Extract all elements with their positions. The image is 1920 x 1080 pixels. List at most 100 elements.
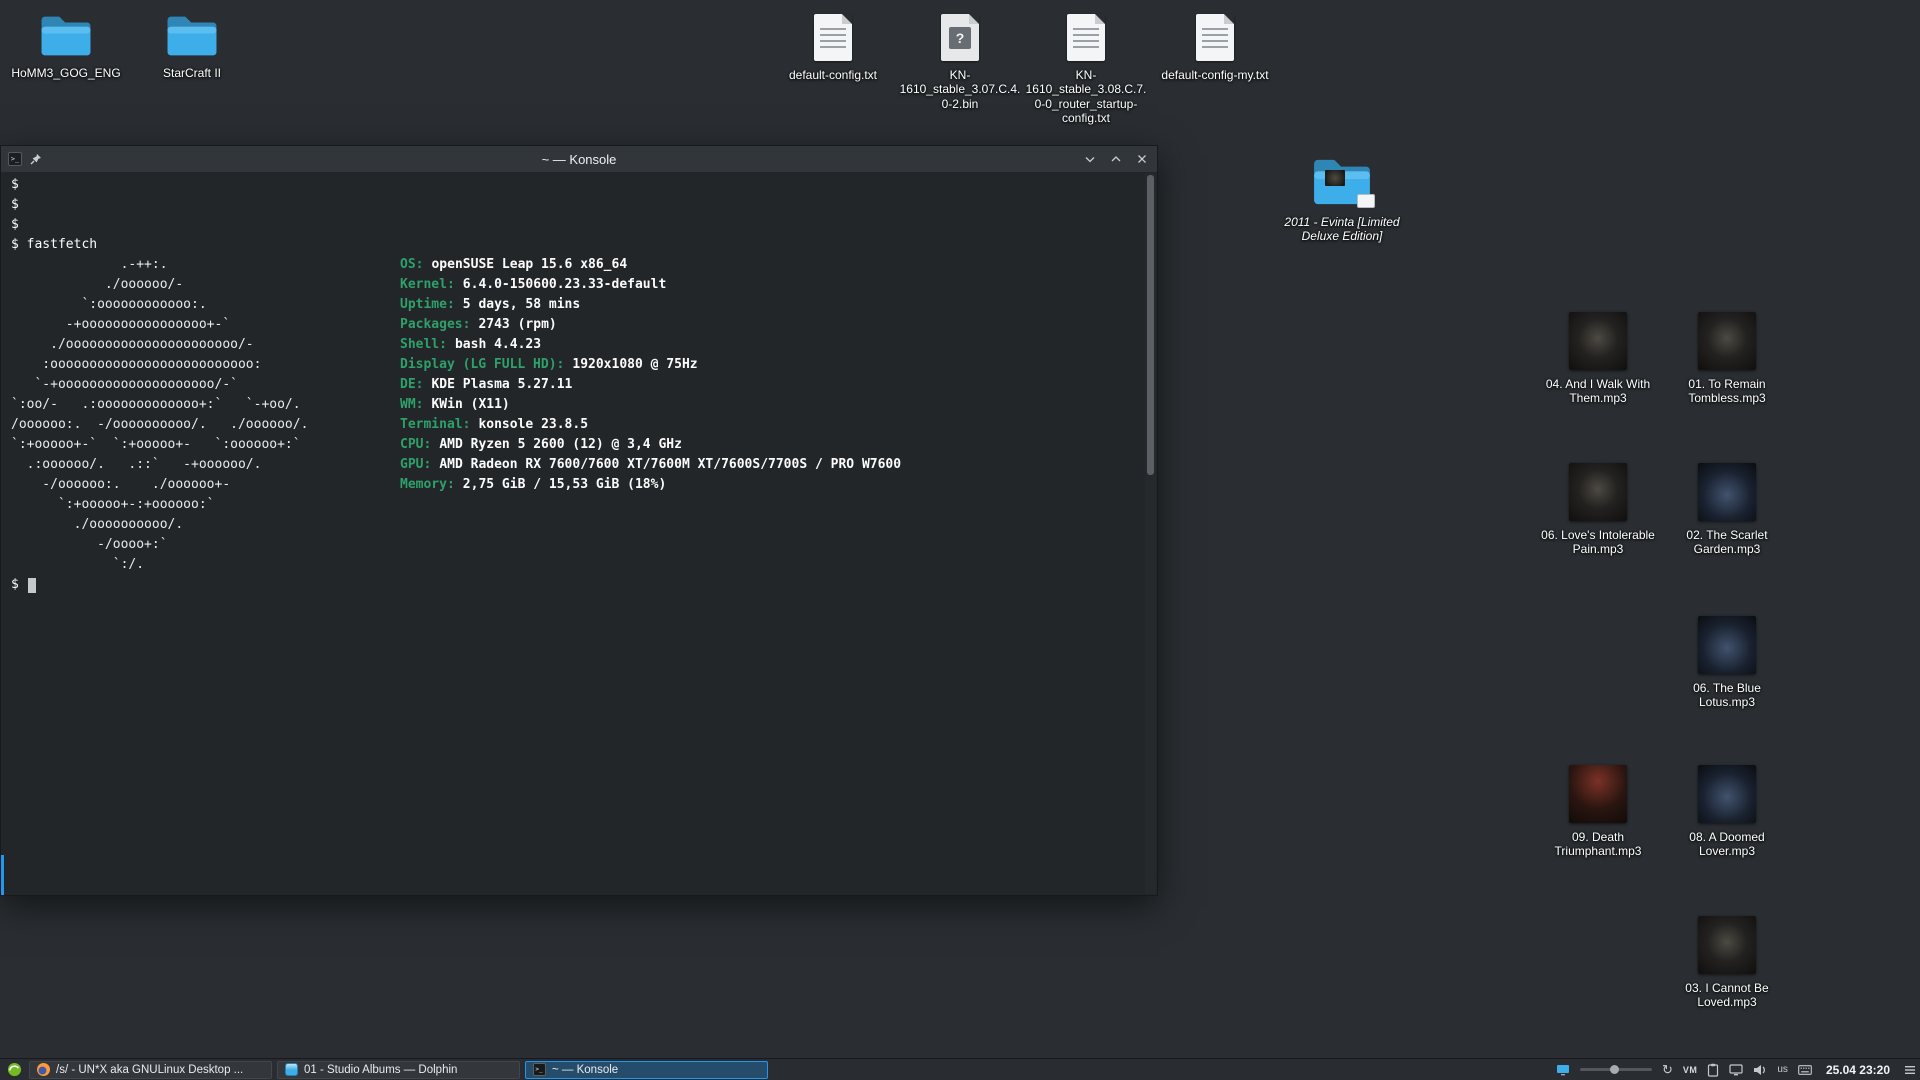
taskbar: /s/ - UN*X aka GNULinux Desktop ... 01 -… — [0, 1058, 1920, 1080]
keyboard-layout-indicator[interactable]: us — [1777, 1061, 1788, 1079]
updates-icon[interactable]: ↻ — [1662, 1061, 1673, 1079]
album-art-thumbnail — [1569, 463, 1627, 521]
task-label: 01 - Studio Albums — Dolphin — [304, 1064, 457, 1076]
fetch-info-row: Packages:2743 (rpm) — [400, 315, 901, 335]
desktop-icon-label: 09. Death Triumphant.mp3 — [1535, 830, 1661, 859]
desktop-file-kn-startup-config[interactable]: KN-1610_stable_3.08.C.7.0-0_router_start… — [1016, 14, 1156, 126]
fetch-info-row: WM:KWin (X11) — [400, 395, 901, 415]
desktop-icon-label: HoMM3_GOG_ENG — [11, 66, 120, 80]
fetch-info-row: OS:openSUSE Leap 15.6 x86_64 — [400, 255, 901, 275]
application-launcher-icon[interactable] — [4, 1061, 24, 1079]
pin-icon[interactable] — [28, 151, 44, 167]
media-badge-icon — [1357, 194, 1375, 208]
task-label: /s/ - UN*X aka GNULinux Desktop ... — [56, 1064, 243, 1076]
desktop-track-01[interactable]: 01. To Remain Tombless.mp3 — [1657, 312, 1797, 406]
desktop-file-default-config[interactable]: default-config.txt — [763, 14, 903, 82]
media-folder-icon — [1311, 156, 1373, 208]
titlebar[interactable]: >_ ~ — Konsole — [1, 146, 1157, 172]
folder-icon — [39, 13, 93, 59]
desktop-icon-label: 2011 - Evinta [Limited Deluxe Edition] — [1279, 215, 1405, 244]
desktop-folder-starcraft[interactable]: StarCraft II — [122, 13, 262, 80]
task-firefox[interactable]: /s/ - UN*X aka GNULinux Desktop ... — [29, 1061, 272, 1079]
network-icon[interactable] — [1729, 1061, 1743, 1079]
fastfetch-output: .-++:. ./oooooo/- `:oooooooooooo:. -+ooo… — [11, 255, 1147, 575]
folder-icon — [165, 13, 219, 59]
scrollbar-thumb[interactable] — [1147, 175, 1154, 475]
text-file-icon — [814, 14, 852, 61]
task-label: ~ — Konsole — [552, 1064, 618, 1076]
close-button[interactable] — [1134, 151, 1150, 167]
volume-icon[interactable] — [1753, 1061, 1767, 1079]
accent-strip — [1, 855, 4, 895]
desktop-icon-label: StarCraft II — [163, 66, 221, 80]
fetch-info-row: Uptime:5 days, 58 mins — [400, 295, 901, 315]
desktop-track-08[interactable]: 08. A Doomed Lover.mp3 — [1657, 765, 1797, 859]
desktop-icon-label: 01. To Remain Tombless.mp3 — [1664, 377, 1790, 406]
album-art-thumbnail — [1698, 616, 1756, 674]
album-art-thumbnail — [1569, 312, 1627, 370]
album-art-thumbnail — [1698, 916, 1756, 974]
desktop-track-02[interactable]: 02. The Scarlet Garden.mp3 — [1657, 463, 1797, 557]
konsole-icon: >_ — [532, 1063, 546, 1077]
text-file-icon — [1196, 14, 1234, 61]
konsole-window: >_ ~ — Konsole $ $ $ $ fastfetch — [0, 145, 1158, 896]
desktop-icon-label: 06. Love's Intolerable Pain.mp3 — [1535, 528, 1661, 557]
fetch-info-row: Memory:2,75 GiB / 15,53 GiB (18%) — [400, 475, 901, 495]
slider-track[interactable] — [1580, 1068, 1652, 1071]
panel-settings-icon[interactable] — [1904, 1061, 1916, 1079]
terminal-history: $ $ $ $ fastfetch — [11, 175, 1147, 255]
task-konsole[interactable]: >_ ~ — Konsole — [525, 1061, 768, 1079]
album-art-thumbnail — [1698, 765, 1756, 823]
desktop-track-09[interactable]: 09. Death Triumphant.mp3 — [1528, 765, 1668, 859]
input-device-icon[interactable] — [1798, 1061, 1812, 1079]
maximize-button[interactable] — [1108, 151, 1124, 167]
album-art-thumbnail — [1698, 312, 1756, 370]
minimize-button[interactable] — [1082, 151, 1098, 167]
text-file-icon — [1067, 14, 1105, 61]
desktop-icon-label: 03. I Cannot Be Loved.mp3 — [1664, 981, 1790, 1010]
desktop-file-kn-bin[interactable]: ? KN-1610_stable_3.07.C.4.0-2.bin — [890, 14, 1030, 111]
desktop-icon-label: KN-1610_stable_3.07.C.4.0-2.bin — [897, 68, 1023, 111]
desktop-folder-album[interactable]: 2011 - Evinta [Limited Deluxe Edition] — [1272, 156, 1412, 244]
album-preview-thumbnail — [1325, 170, 1345, 186]
desktop-folder-homm3[interactable]: HoMM3_GOG_ENG — [0, 13, 132, 80]
desktop-icon-label: 04. And I Walk With Them.mp3 — [1535, 377, 1661, 406]
album-art-thumbnail — [1569, 765, 1627, 823]
slider-knob[interactable] — [1610, 1065, 1619, 1074]
fetch-info-row: Display (LG FULL HD):1920x1080 @ 75Hz — [400, 355, 901, 375]
firefox-icon — [36, 1063, 50, 1077]
konsole-app-icon: >_ — [8, 152, 22, 166]
fetch-info-row: GPU:AMD Radeon RX 7600/7600 XT/7600M XT/… — [400, 455, 901, 475]
tray-slider[interactable] — [1580, 1061, 1652, 1079]
desktop-track-04[interactable]: 04. And I Walk With Them.mp3 — [1528, 312, 1668, 406]
fetch-info-row: DE:KDE Plasma 5.27.11 — [400, 375, 901, 395]
desktop-file-default-config-my[interactable]: default-config-my.txt — [1145, 14, 1285, 82]
virtual-machine-icon[interactable]: VM — [1683, 1061, 1698, 1079]
desktop-track-06-love[interactable]: 06. Love's Intolerable Pain.mp3 — [1528, 463, 1668, 557]
system-tray: ↻ VM us 25.04 23:20 — [1556, 1061, 1916, 1079]
desktop-icon-label: 06. The Blue Lotus.mp3 — [1664, 681, 1790, 710]
fetch-info-row: CPU:AMD Ryzen 5 2600 (12) @ 3,4 GHz — [400, 435, 901, 455]
desktop-icon-label: KN-1610_stable_3.08.C.7.0-0_router_start… — [1023, 68, 1149, 126]
desktop-track-03[interactable]: 03. I Cannot Be Loved.mp3 — [1657, 916, 1797, 1010]
album-art-thumbnail — [1698, 463, 1756, 521]
fastfetch-info: OS:openSUSE Leap 15.6 x86_64 Kernel:6.4.… — [400, 255, 901, 495]
desktop-icon-label: 02. The Scarlet Garden.mp3 — [1664, 528, 1790, 557]
clipboard-icon[interactable] — [1707, 1061, 1719, 1079]
desktop-icon-label: default-config.txt — [789, 68, 877, 82]
display-icon[interactable] — [1556, 1061, 1570, 1079]
binary-file-icon: ? — [941, 14, 979, 61]
window-title: ~ — Konsole — [78, 152, 1080, 167]
prompt-symbol: $ — [11, 575, 19, 595]
fetch-info-row: Terminal:konsole 23.8.5 — [400, 415, 901, 435]
fetch-info-row: Kernel:6.4.0-150600.23.33-default — [400, 275, 901, 295]
terminal-scrollbar[interactable] — [1145, 173, 1156, 894]
task-dolphin[interactable]: 01 - Studio Albums — Dolphin — [277, 1061, 520, 1079]
clock[interactable]: 25.04 23:20 — [1822, 1063, 1894, 1077]
fetch-info-row: Shell:bash 4.4.23 — [400, 335, 901, 355]
prompt-line: $ — [11, 575, 1147, 595]
desktop-icon-label: 08. A Doomed Lover.mp3 — [1664, 830, 1790, 859]
desktop-icon-label: default-config-my.txt — [1161, 68, 1268, 82]
desktop-track-06-lotus[interactable]: 06. The Blue Lotus.mp3 — [1657, 616, 1797, 710]
terminal[interactable]: $ $ $ $ fastfetch .-++:. ./oooooo/- `:oo… — [1, 172, 1157, 895]
